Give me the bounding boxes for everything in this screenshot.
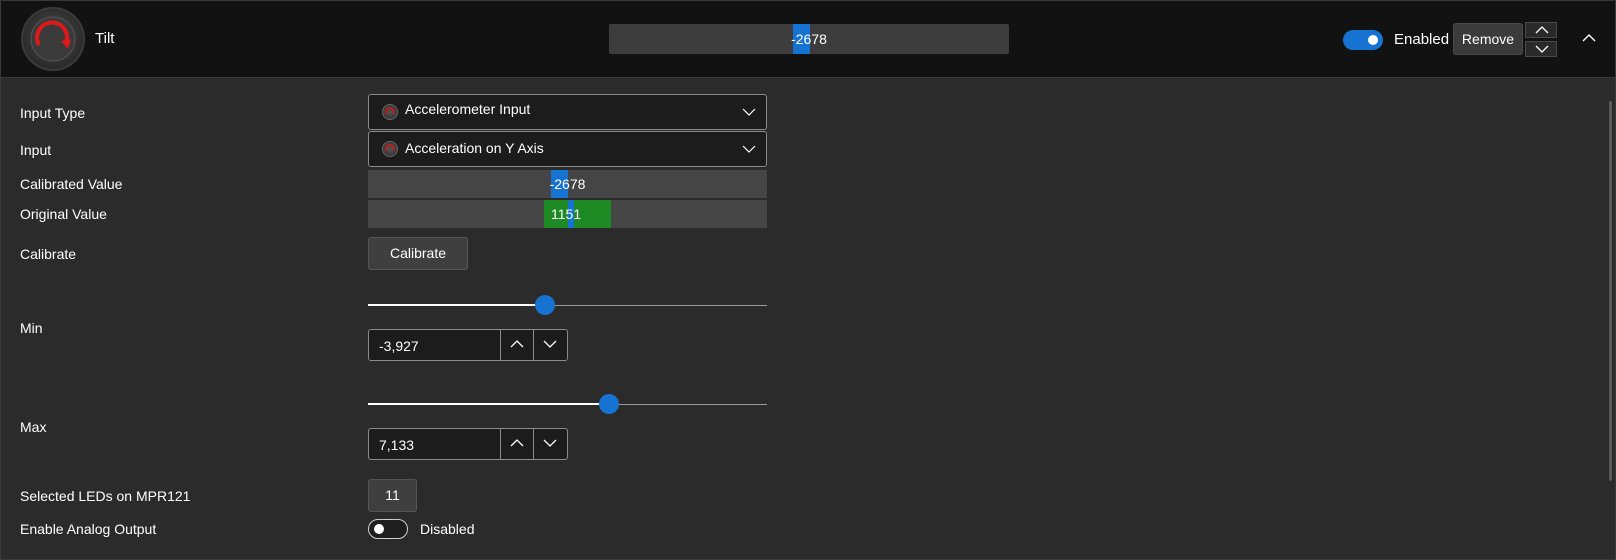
- collapse-button[interactable]: [1581, 31, 1597, 49]
- vertical-scrollbar[interactable]: [1609, 101, 1612, 481]
- min-number-input[interactable]: -3,927: [368, 329, 568, 361]
- gauge-icon: [21, 7, 85, 71]
- chevron-down-icon: [742, 108, 756, 116]
- slider-track: [554, 305, 767, 306]
- toggle-knob: [374, 524, 384, 534]
- input-type-label: Input Type: [20, 105, 86, 121]
- slider-track-filled: [368, 403, 608, 405]
- chevron-up-icon: [510, 340, 524, 348]
- selected-leds-label: Selected LEDs on MPR121: [20, 488, 191, 504]
- analog-output-toggle[interactable]: [368, 519, 408, 539]
- gauge-icon: [382, 104, 398, 120]
- max-label: Max: [20, 419, 47, 435]
- input-type-value: Accelerometer Input: [405, 101, 531, 117]
- header-value-bar: -2678: [609, 24, 1009, 54]
- slider-thumb[interactable]: [599, 394, 619, 414]
- input-value: Acceleration on Y Axis: [405, 140, 544, 156]
- window: Tilt -2678 Enabled Remove Input Type Acc…: [0, 0, 1616, 560]
- chevron-down-icon: [543, 439, 557, 447]
- gauge-icon: [382, 141, 398, 157]
- original-value: 1151: [551, 206, 582, 222]
- original-value-label: Original Value: [20, 206, 107, 222]
- selected-leds-button[interactable]: 11: [368, 479, 417, 512]
- min-label: Min: [20, 320, 43, 336]
- analog-output-label: Enable Analog Output: [20, 521, 157, 537]
- chevron-down-icon: [742, 145, 756, 153]
- item-title: Tilt: [95, 30, 115, 47]
- chevron-up-icon: [1535, 26, 1549, 34]
- chevron-up-icon: [1582, 34, 1596, 42]
- input-label: Input: [20, 142, 52, 158]
- header-value: -2678: [791, 31, 827, 47]
- slider-track-filled: [368, 304, 544, 306]
- input-type-dropdown[interactable]: Accelerometer Input: [368, 94, 767, 130]
- chevron-up-icon: [510, 439, 524, 447]
- enabled-toggle[interactable]: [1343, 30, 1383, 50]
- min-slider[interactable]: [368, 295, 767, 315]
- move-up-button[interactable]: [1525, 22, 1557, 38]
- min-decrement-button[interactable]: [533, 330, 567, 360]
- enabled-label: Enabled: [1394, 31, 1450, 48]
- calibrate-label: Calibrate: [20, 246, 77, 262]
- calibrated-value-label: Calibrated Value: [20, 176, 123, 192]
- move-down-button[interactable]: [1525, 41, 1557, 57]
- remove-button[interactable]: Remove: [1453, 23, 1523, 55]
- min-increment-button[interactable]: [500, 330, 534, 360]
- chevron-down-icon: [543, 340, 557, 348]
- max-decrement-button[interactable]: [533, 429, 567, 459]
- slider-thumb[interactable]: [535, 295, 555, 315]
- max-number-input[interactable]: 7,133: [368, 428, 568, 460]
- max-increment-button[interactable]: [500, 429, 534, 459]
- slider-track: [618, 404, 767, 405]
- chevron-down-icon: [1535, 45, 1549, 53]
- max-slider[interactable]: [368, 394, 767, 414]
- calibrated-value-bar: -2678: [368, 170, 767, 198]
- input-dropdown[interactable]: Acceleration on Y Axis: [368, 131, 767, 167]
- original-value-bar: 1151: [368, 200, 767, 228]
- header: Tilt -2678 Enabled Remove: [1, 1, 1615, 78]
- min-value: -3,927: [379, 338, 419, 354]
- toggle-knob: [1368, 35, 1378, 45]
- analog-output-state: Disabled: [420, 521, 475, 537]
- calibrate-button[interactable]: Calibrate: [368, 237, 468, 270]
- max-value: 7,133: [379, 437, 415, 453]
- calibrated-value: -2678: [549, 176, 586, 192]
